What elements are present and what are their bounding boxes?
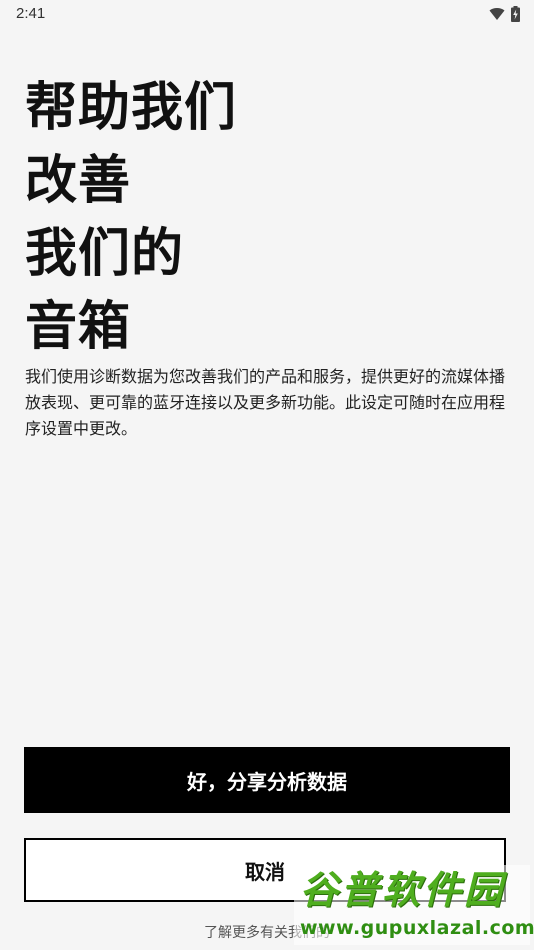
status-time: 2:41 — [16, 5, 46, 22]
status-bar: 2:41 — [0, 0, 534, 28]
headline-line: 改善 — [25, 151, 132, 211]
status-icons — [489, 6, 520, 22]
description-text: 我们使用诊断数据为您改善我们的产品和服务，提供更好的流媒体播放表现、更可靠的蓝牙… — [25, 367, 506, 438]
cancel-button[interactable]: 取消 — [24, 838, 506, 902]
headline-line: 帮助我们 — [25, 78, 238, 138]
wifi-icon — [489, 8, 505, 20]
learn-more-link[interactable]: 了解更多有关我们的 — [0, 922, 534, 942]
battery-charging-icon — [511, 6, 520, 22]
headline-line: 我们的 — [25, 224, 185, 284]
headline: 帮助我们 改善 我们的 音箱 — [25, 72, 505, 364]
share-analytics-button[interactable]: 好，分享分析数据 — [24, 747, 510, 813]
headline-line: 音箱 — [25, 297, 132, 357]
